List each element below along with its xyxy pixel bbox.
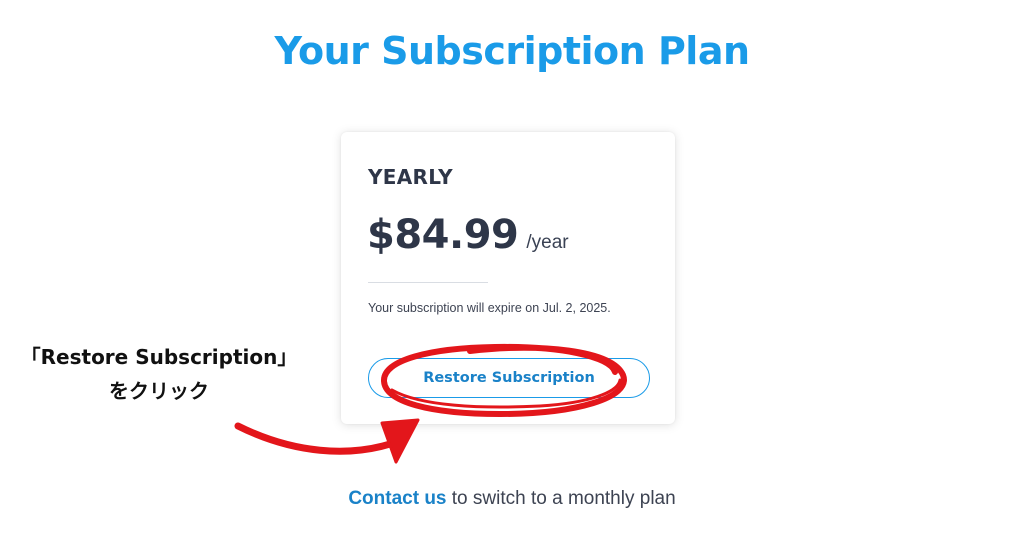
contact-us-link[interactable]: Contact us (348, 488, 446, 509)
plan-period: /year (526, 232, 569, 253)
restore-subscription-button[interactable]: Restore Subscription (368, 358, 650, 398)
page-title: Your Subscription Plan (274, 29, 750, 73)
card-divider (368, 282, 488, 283)
pointer-arrowhead-icon (380, 418, 420, 464)
footer-text: to switch to a monthly plan (446, 488, 676, 509)
plan-name: YEARLY (368, 165, 453, 189)
pointer-arrow-shaft (234, 422, 406, 455)
callout-line-2: をクリック (109, 379, 209, 403)
expiration-notice: Your subscription will expire on Jul. 2,… (368, 301, 611, 315)
price-row: $84.99/year (367, 212, 569, 258)
callout-line-1: 「Restore Subscription」 (20, 345, 298, 369)
plan-card: YEARLY $84.99/year Your subscription wil… (341, 132, 675, 424)
callout-annotation: 「Restore Subscription」 をクリック (0, 340, 318, 408)
plan-price: $84.99 (367, 212, 519, 258)
footer-line: Contact us to switch to a monthly plan (0, 488, 1024, 510)
